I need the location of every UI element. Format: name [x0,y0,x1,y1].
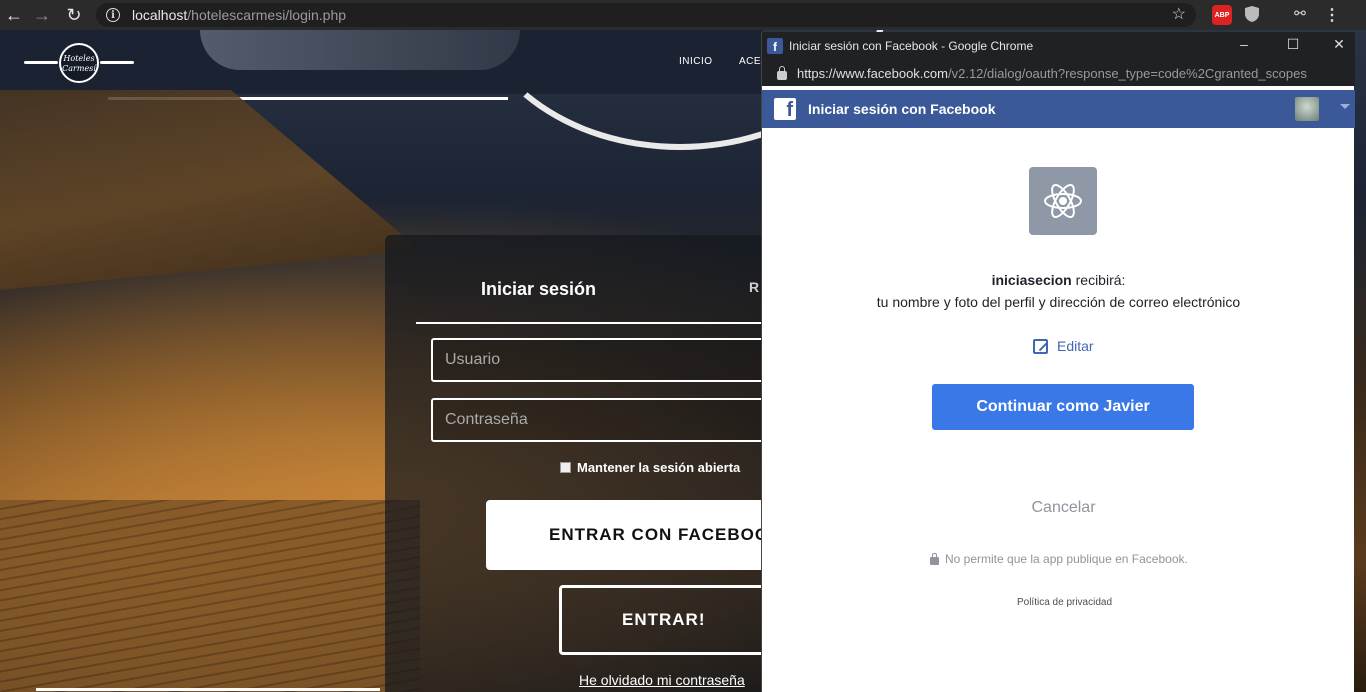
facebook-login-button[interactable]: ENTRAR CON FACEBOOK [486,500,786,570]
small-lock-icon [930,552,939,565]
bookmark-star-icon[interactable]: ☆ [1172,4,1186,24]
logo-emblem: Hoteles Carmesí [59,43,99,83]
info-icon[interactable]: i [106,8,120,22]
edit-permissions-link[interactable]: Editar [1033,338,1094,354]
nav-link-inicio[interactable]: INICIO [679,56,713,67]
popup-window-title: Iniciar sesión con Facebook - Google Chr… [789,39,1034,53]
logo-right-flourish [100,61,134,64]
user-avatar[interactable] [1295,97,1319,121]
shield-icon[interactable] [1244,5,1264,25]
no-post-notice: No permite que la app publique en Facebo… [930,552,1188,566]
enter-button[interactable]: ENTRAR! [559,585,779,655]
header-ornament [200,30,520,70]
browser-toolbar: ← → ↻ i localhost/hotelescarmesi/login.p… [0,0,1366,30]
background-photo-deck [0,500,420,692]
keep-session-label: Mantener la sesión abierta [577,460,741,475]
username-input[interactable]: Usuario [431,338,771,382]
keep-session-checkbox[interactable]: Mantener la sesión abierta [560,460,740,475]
address-bar[interactable]: i localhost/hotelescarmesi/login.php ☆ [96,3,1196,27]
cancel-link[interactable]: Cancelar [762,499,1365,517]
facebook-dialog-title: Iniciar sesión con Facebook [808,101,996,117]
background-photo-roof [0,90,420,290]
site-logo[interactable]: Hoteles Carmesí [24,40,134,86]
incognito-icon[interactable]: ⚯ [1290,5,1310,25]
login-panel: Iniciar sesión R Usuario Contraseña Mant… [385,235,786,692]
popup-titlebar: f Iniciar sesión con Facebook - Google C… [762,32,1355,60]
reload-icon[interactable]: ↻ [60,1,88,29]
app-atom-icon [1029,167,1097,235]
maximize-icon[interactable]: ☐ [1283,36,1303,53]
popup-address-bar[interactable]: https://www.facebook.com/v2.12/dialog/oa… [762,60,1355,86]
menu-kebab-icon[interactable]: ⋮ [1322,5,1342,25]
tab-underline [416,322,776,324]
account-caret-icon[interactable] [1340,104,1350,109]
facebook-logo-icon: f [774,98,796,120]
register-tab[interactable]: R [749,279,759,295]
password-input[interactable]: Contraseña [431,398,771,442]
close-icon[interactable]: ✕ [1329,36,1349,53]
edit-label: Editar [1057,338,1094,354]
app-name: iniciasecion [991,272,1072,288]
facebook-popup-window: f Iniciar sesión con Facebook - Google C… [761,32,1355,692]
popup-url[interactable]: https://www.facebook.com/v2.12/dialog/oa… [797,66,1355,81]
forward-arrow-icon[interactable]: → [28,1,56,29]
lock-icon [777,65,787,80]
login-title[interactable]: Iniciar sesión [481,279,596,300]
permission-heading: iniciasecion recibirá: [762,272,1355,288]
permission-list: tu nombre y foto del perfil y dirección … [876,294,1241,310]
facebook-favicon-icon: f [767,38,783,54]
footer-divider [36,688,380,691]
minimize-icon[interactable]: – [1234,36,1254,52]
back-arrow-icon[interactable]: ← [0,1,28,29]
address-url[interactable]: localhost/hotelescarmesi/login.php [132,7,346,23]
logo-left-flourish [24,61,58,64]
edit-pencil-icon [1033,338,1048,354]
checkbox-box[interactable] [560,462,571,473]
facebook-header-bar: f Iniciar sesión con Facebook [762,90,1355,128]
continue-as-button[interactable]: Continuar como Javier [932,384,1194,430]
forgot-password-link[interactable]: He olvidado mi contraseña [579,672,745,688]
privacy-policy-link[interactable]: Política de privacidad [762,597,1366,608]
adblock-icon[interactable]: ABP [1212,5,1232,25]
receives-label: recibirá: [1075,272,1126,288]
no-post-text: No permite que la app publique en Facebo… [945,552,1188,566]
